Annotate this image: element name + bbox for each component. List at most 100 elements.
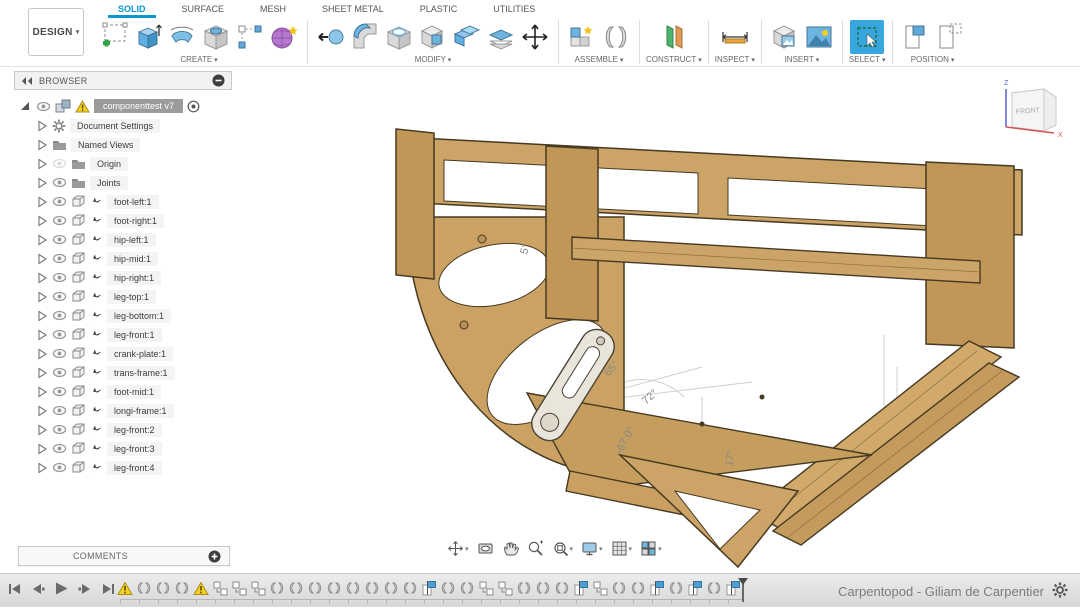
- eye-visible-icon[interactable]: [52, 385, 67, 398]
- component-label[interactable]: leg-front:4: [107, 461, 162, 475]
- timeline-flag-marker[interactable]: [648, 579, 665, 597]
- eye-visible-icon[interactable]: [52, 176, 67, 189]
- component-label[interactable]: Joints: [90, 176, 128, 190]
- eye-visible-icon[interactable]: [52, 252, 67, 265]
- eye-visible-icon[interactable]: [52, 309, 67, 322]
- add-comment-icon[interactable]: [208, 550, 221, 563]
- timeline-joint-marker[interactable]: [154, 579, 171, 597]
- tab-plastic[interactable]: PLASTIC: [402, 2, 476, 17]
- new-component-button[interactable]: [565, 20, 599, 54]
- select-button[interactable]: [850, 20, 884, 54]
- viewports-button[interactable]: ▾: [638, 538, 664, 559]
- browser-tree-row[interactable]: foot-mid:1: [14, 382, 232, 401]
- expand-triangle-icon[interactable]: [36, 404, 48, 418]
- timeline-flag-marker[interactable]: [572, 579, 589, 597]
- right-end-plate[interactable]: [926, 162, 1014, 348]
- component-label[interactable]: Origin: [90, 157, 128, 171]
- move-copy-button[interactable]: [518, 20, 552, 54]
- extrude-button[interactable]: [131, 20, 165, 54]
- fillet-button[interactable]: [348, 20, 382, 54]
- timeline-pattern-marker[interactable]: [249, 579, 266, 597]
- group-label-construct[interactable]: CONSTRUCT▾: [646, 55, 702, 64]
- component-label[interactable]: leg-bottom:1: [107, 309, 171, 323]
- play-button[interactable]: [54, 581, 69, 596]
- combine-button[interactable]: [416, 20, 450, 54]
- eye-visible-icon[interactable]: [52, 214, 67, 227]
- browser-tree-row[interactable]: leg-front:3: [14, 439, 232, 458]
- workspace-switcher-button[interactable]: DESIGN ▾: [28, 8, 84, 56]
- browser-tree-row[interactable]: longi-frame:1: [14, 401, 232, 420]
- grid-settings-button[interactable]: ▾: [609, 538, 635, 559]
- expand-triangle-icon[interactable]: [36, 195, 48, 209]
- eye-visible-icon[interactable]: [52, 233, 67, 246]
- expanded-triangle-icon[interactable]: [18, 99, 32, 113]
- timeline-joint-marker[interactable]: [705, 579, 722, 597]
- measure-button[interactable]: [718, 20, 752, 54]
- orbit-button[interactable]: ▾: [445, 538, 471, 559]
- expand-triangle-icon[interactable]: [36, 461, 48, 475]
- root-component-label[interactable]: componenttest v7: [94, 99, 183, 113]
- viewport-3d-canvas[interactable]: 5°65°72°-67.0°17° FRONT Z X ▾ ▾ ▾ ▾ ▾: [232, 67, 1080, 573]
- tab-mesh[interactable]: MESH: [242, 2, 304, 17]
- component-label[interactable]: hip-mid:1: [107, 252, 158, 266]
- step-forward-button[interactable]: [78, 582, 92, 596]
- timeline-joint-marker[interactable]: [268, 579, 285, 597]
- group-label-assemble[interactable]: ASSEMBLE▾: [575, 55, 624, 64]
- eye-visible-icon[interactable]: [52, 404, 67, 417]
- eye-visible-icon[interactable]: [52, 442, 67, 455]
- split-body-button[interactable]: [450, 20, 484, 54]
- comments-panel[interactable]: COMMENTS: [18, 546, 230, 566]
- hole-button[interactable]: [199, 20, 233, 54]
- tab-solid[interactable]: SOLID: [100, 2, 164, 17]
- mid-plate[interactable]: [546, 146, 598, 321]
- component-label[interactable]: hip-right:1: [107, 271, 161, 285]
- shell-button[interactable]: [382, 20, 416, 54]
- browser-tree-row[interactable]: Origin: [14, 154, 232, 173]
- collapse-panel-icon[interactable]: [21, 76, 33, 86]
- browser-tree-row[interactable]: leg-front:4: [14, 458, 232, 477]
- timeline-pattern-marker[interactable]: [591, 579, 608, 597]
- component-label[interactable]: foot-right:1: [107, 214, 164, 228]
- rectangular-pattern-button[interactable]: [233, 20, 267, 54]
- timeline-joint-marker[interactable]: [515, 579, 532, 597]
- component-label[interactable]: Named Views: [71, 138, 140, 152]
- joint-button[interactable]: [599, 20, 633, 54]
- browser-tree-row[interactable]: foot-left:1: [14, 192, 232, 211]
- canvas-button[interactable]: [802, 20, 836, 54]
- browser-tree-row[interactable]: Document Settings: [14, 116, 232, 135]
- look-at-button[interactable]: [475, 538, 496, 559]
- expand-triangle-icon[interactable]: [36, 138, 48, 152]
- create-form-button[interactable]: [267, 20, 301, 54]
- expand-triangle-icon[interactable]: [36, 176, 48, 190]
- tab-surface[interactable]: SURFACE: [164, 2, 243, 17]
- component-label[interactable]: leg-top:1: [107, 290, 156, 304]
- eye-visible-icon[interactable]: [52, 195, 67, 208]
- browser-tree-row[interactable]: Joints: [14, 173, 232, 192]
- component-label[interactable]: leg-front:1: [107, 328, 162, 342]
- browser-tree-row[interactable]: leg-front:1: [14, 325, 232, 344]
- timeline-flag-marker[interactable]: [686, 579, 703, 597]
- timeline-flag-marker[interactable]: [420, 579, 437, 597]
- browser-tree-row[interactable]: hip-right:1: [14, 268, 232, 287]
- timeline-pattern-marker[interactable]: [477, 579, 494, 597]
- eye-visible-icon[interactable]: [52, 328, 67, 341]
- fit-button[interactable]: ▾: [550, 538, 576, 559]
- component-label[interactable]: leg-front:2: [107, 423, 162, 437]
- skip-to-end-button[interactable]: [101, 582, 115, 596]
- timeline-pattern-marker[interactable]: [230, 579, 247, 597]
- timeline-joint-marker[interactable]: [401, 579, 418, 597]
- timeline-joint-marker[interactable]: [610, 579, 627, 597]
- component-label[interactable]: foot-left:1: [107, 195, 159, 209]
- group-label-inspect[interactable]: INSPECT▾: [715, 55, 755, 64]
- component-label[interactable]: longi-frame:1: [107, 404, 174, 418]
- offset-face-button[interactable]: [484, 20, 518, 54]
- revolve-button[interactable]: [165, 20, 199, 54]
- timeline-joint-marker[interactable]: [287, 579, 304, 597]
- expand-triangle-icon[interactable]: [36, 309, 48, 323]
- browser-tree-row[interactable]: hip-left:1: [14, 230, 232, 249]
- expand-triangle-icon[interactable]: [36, 366, 48, 380]
- browser-tree-row[interactable]: foot-right:1: [14, 211, 232, 230]
- browser-tree-row[interactable]: Named Views: [14, 135, 232, 154]
- expand-triangle-icon[interactable]: [36, 347, 48, 361]
- create-sketch-button[interactable]: [97, 20, 131, 54]
